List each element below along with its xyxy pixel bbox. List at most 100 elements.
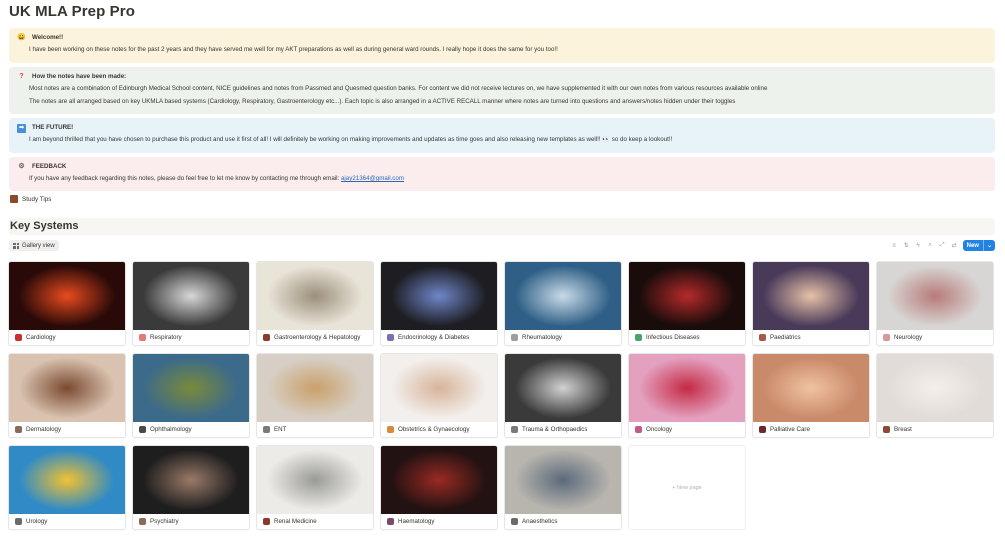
system-card[interactable]: Cardiology	[8, 261, 126, 346]
system-icon	[387, 426, 394, 433]
card-title: Ophthalmology	[133, 422, 249, 437]
page-title: UK MLA Prep Pro	[9, 3, 135, 20]
new-page-button[interactable]: + New page	[628, 445, 746, 530]
card-cover-image	[133, 446, 249, 514]
card-title: Paediatrics	[753, 330, 869, 345]
grinning-face-icon: 😀	[17, 34, 26, 42]
card-title: Respiratory	[133, 330, 249, 345]
system-icon	[759, 426, 766, 433]
gallery-view-tab[interactable]: Gallery view	[9, 240, 59, 251]
search-icon[interactable]: ⌕	[927, 242, 934, 249]
card-title: Gastroenterology & Hepatology	[257, 330, 373, 345]
card-cover-image	[753, 262, 869, 330]
card-cover-image	[257, 262, 373, 330]
card-title: Oncology	[629, 422, 745, 437]
settings-icon[interactable]: ⇄	[951, 242, 958, 249]
system-card[interactable]: Infectious Diseases	[628, 261, 746, 346]
system-card[interactable]: Neurology	[876, 261, 994, 346]
system-card[interactable]: Endocrinology & Diabetes	[380, 261, 498, 346]
system-card[interactable]: Oncology	[628, 353, 746, 438]
card-title: ENT	[257, 422, 373, 437]
card-label: Infectious Diseases	[646, 334, 700, 341]
card-label: Trauma & Orthopaedics	[522, 426, 588, 433]
system-card[interactable]: Renal Medicine	[256, 445, 374, 530]
filter-icon[interactable]: ≡	[891, 242, 898, 249]
card-label: ENT	[274, 426, 287, 433]
how-body-1: Most notes are a combination of Edinburg…	[29, 85, 768, 92]
card-cover-image	[381, 446, 497, 514]
card-title: Urology	[9, 514, 125, 529]
system-card[interactable]: Trauma & Orthopaedics	[504, 353, 622, 438]
system-icon	[883, 334, 890, 341]
sort-icon[interactable]: ⇅	[903, 242, 910, 249]
system-card[interactable]: Dermatology	[8, 353, 126, 438]
system-card[interactable]: Rheumatology	[504, 261, 622, 346]
card-label: Obstetrics & Gynaecology	[398, 426, 470, 433]
card-label: Respiratory	[150, 334, 182, 341]
card-cover-image	[629, 354, 745, 422]
card-title: Psychiatry	[133, 514, 249, 529]
system-card[interactable]: Ophthalmology	[132, 353, 250, 438]
card-cover-image	[9, 262, 125, 330]
system-card[interactable]: ENT	[256, 353, 374, 438]
gallery-grid-icon	[13, 242, 19, 249]
system-icon	[511, 518, 518, 525]
card-cover-image	[381, 262, 497, 330]
database-toolbar: ≡ ⇅ ϟ ⌕ ⤢ ⇄ New ⌄	[891, 240, 995, 251]
card-title: Dermatology	[9, 422, 125, 437]
system-icon	[263, 518, 270, 525]
card-cover-image	[877, 262, 993, 330]
expand-icon[interactable]: ⤢	[939, 242, 946, 249]
card-cover-image	[9, 354, 125, 422]
lightning-icon[interactable]: ϟ	[915, 242, 922, 249]
card-title: Obstetrics & Gynaecology	[381, 422, 497, 437]
system-card[interactable]: Psychiatry	[132, 445, 250, 530]
card-label: Cardiology	[26, 334, 56, 341]
system-card[interactable]: Urology	[8, 445, 126, 530]
feedback-callout: ⚙ FEEDBACK If you have any feedback rega…	[9, 157, 995, 191]
welcome-body: I have been working on these notes for t…	[29, 46, 558, 53]
system-card[interactable]: Haematology	[380, 445, 498, 530]
system-card[interactable]: Gastroenterology & Hepatology	[256, 261, 374, 346]
card-cover-image	[257, 354, 373, 422]
system-icon	[635, 426, 642, 433]
system-icon	[263, 334, 270, 341]
card-cover-image	[505, 446, 621, 514]
books-icon	[10, 195, 18, 203]
card-title: Trauma & Orthopaedics	[505, 422, 621, 437]
card-label: Psychiatry	[150, 518, 179, 525]
card-label: Renal Medicine	[274, 518, 317, 525]
welcome-title: Welcome!!	[32, 34, 64, 41]
new-button-label: New	[966, 242, 979, 249]
new-button[interactable]: New ⌄	[962, 240, 995, 251]
system-icon	[139, 334, 146, 341]
future-body: I am beyond thrilled that you have chose…	[29, 136, 673, 143]
feedback-body: If you have any feedback regarding this …	[29, 175, 341, 182]
card-title: Haematology	[381, 514, 497, 529]
system-icon	[387, 334, 394, 341]
system-card[interactable]: Paediatrics	[752, 261, 870, 346]
feedback-title: FEEDBACK	[32, 163, 67, 170]
system-card[interactable]: Obstetrics & Gynaecology	[380, 353, 498, 438]
system-icon	[387, 518, 394, 525]
card-label: Gastroenterology & Hepatology	[274, 334, 361, 341]
system-card[interactable]: Anaesthetics	[504, 445, 622, 530]
chevron-down-icon[interactable]: ⌄	[982, 240, 995, 251]
card-label: Breast	[894, 426, 912, 433]
system-card[interactable]: Breast	[876, 353, 994, 438]
card-cover-image	[133, 354, 249, 422]
card-cover-image	[505, 354, 621, 422]
card-title: Neurology	[877, 330, 993, 345]
system-card[interactable]: Respiratory	[132, 261, 250, 346]
card-label: Palliative Care	[770, 426, 810, 433]
card-cover-image	[381, 354, 497, 422]
right-arrow-icon: ➡	[17, 124, 26, 133]
question-mark-icon: ?	[19, 73, 24, 81]
feedback-email-link[interactable]: ajay21364@gmail.com	[341, 175, 404, 182]
card-cover-image	[133, 262, 249, 330]
system-icon	[759, 334, 766, 341]
system-card[interactable]: Palliative Care	[752, 353, 870, 438]
study-tips-link[interactable]: Study Tips	[10, 195, 51, 203]
gallery-view-label: Gallery view	[22, 242, 55, 249]
system-icon	[15, 426, 22, 433]
